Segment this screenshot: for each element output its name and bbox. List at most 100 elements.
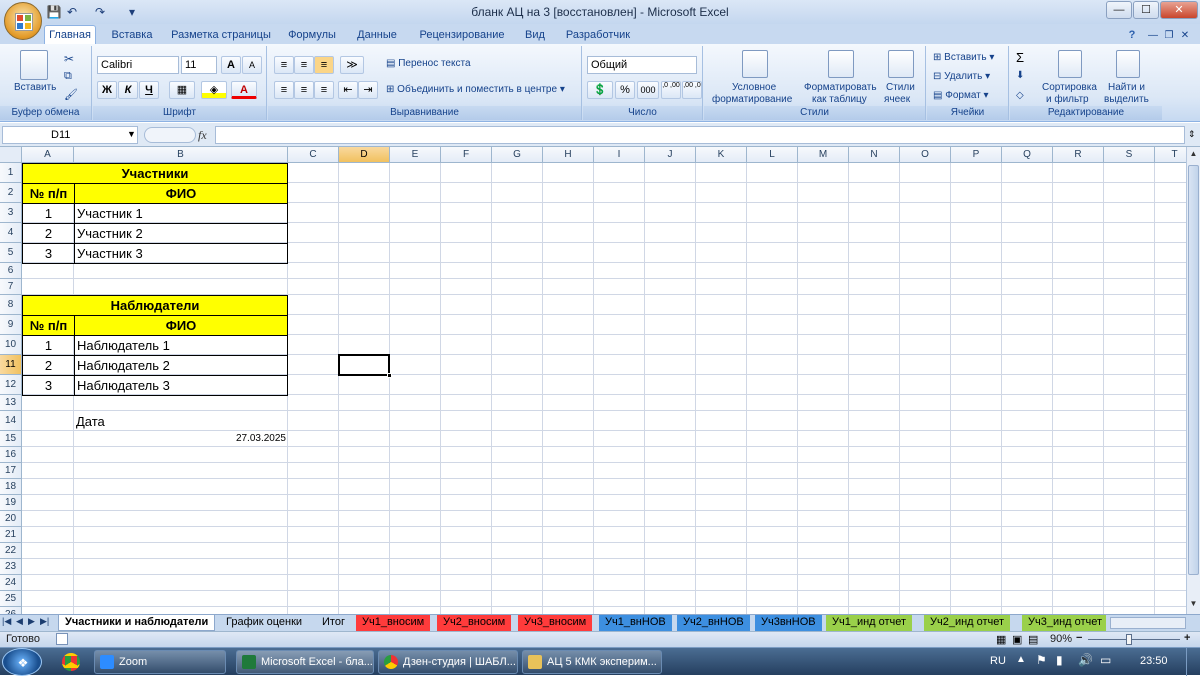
first-sheet-icon[interactable]: |◀ [2,616,11,627]
tab-developer[interactable]: Разработчик [562,27,634,44]
find-select-label[interactable]: Найти и [1108,82,1145,93]
close-button[interactable]: ✕ [1160,1,1198,19]
sheet-tab[interactable]: Уч2_вносим [437,615,512,631]
clear-icon[interactable]: ◇ [1016,90,1024,101]
fio-column-header[interactable]: ФИО [74,183,288,204]
row-header[interactable]: 11 [0,355,22,375]
align-bottom-icon[interactable]: ≡ [314,56,334,74]
row-header[interactable]: 1 [0,163,22,183]
row-header[interactable]: 20 [0,511,22,527]
start-button[interactable]: ❖ [2,648,42,676]
observer-name[interactable]: Наблюдатель 1 [74,335,288,356]
cut-icon[interactable]: ✂ [64,52,74,66]
italic-button[interactable]: К [118,81,138,99]
number-format-select[interactable]: Общий [587,56,697,74]
participant-number[interactable]: 2 [22,223,75,244]
fill-color-icon[interactable]: ◈ [201,81,227,99]
maximize-button[interactable]: ☐ [1133,1,1159,19]
taskbar-excel[interactable]: Microsoft Excel - бла... [236,650,374,674]
taskbar-zoom[interactable]: Zoom [94,650,226,674]
scroll-down-icon[interactable]: ▼ [1188,599,1199,611]
vertical-scrollbar[interactable]: ▲ ▼ [1186,147,1200,614]
tab-formulas[interactable]: Формулы [284,27,340,44]
sort-filter-icon[interactable] [1058,50,1082,78]
cell-styles-icon[interactable] [888,50,914,78]
column-header[interactable]: J [645,147,696,163]
row-header[interactable]: 7 [0,279,22,295]
conditional-formatting-label2[interactable]: форматирование [712,94,792,105]
power-icon[interactable]: ▭ [1100,653,1111,667]
column-header[interactable]: N [849,147,900,163]
row-header[interactable]: 23 [0,559,22,575]
borders-icon[interactable]: ▦ [169,81,195,99]
font-size-select[interactable]: 11 [181,56,217,74]
zoom-slider-thumb[interactable] [1126,634,1132,645]
column-header[interactable]: F [441,147,492,163]
align-left-icon[interactable]: ≡ [274,81,294,99]
merge-center-button[interactable]: ⊞ Объединить и поместить в центре ▾ [386,84,565,95]
macro-record-icon[interactable] [56,633,68,645]
prev-sheet-icon[interactable]: ◀ [16,616,23,627]
row-header[interactable]: 3 [0,203,22,223]
sheet-tab[interactable]: График оценки [220,615,308,631]
decrease-indent-icon[interactable]: ⇤ [338,81,358,99]
office-button[interactable] [4,2,42,40]
sheet-tab[interactable]: Участники и наблюдатели [58,615,216,631]
fill-icon[interactable]: ⬇ [1016,70,1024,81]
conditional-formatting-icon[interactable] [742,50,768,78]
cell-styles-label[interactable]: Стили [886,82,915,93]
formula-expand-icon[interactable]: ⇕ [1188,129,1196,140]
conditional-formatting-label[interactable]: Условное [732,82,776,93]
show-desktop-button[interactable] [1186,648,1200,676]
scroll-thumb[interactable] [1188,165,1199,575]
participant-name[interactable]: Участник 2 [74,223,288,244]
sheet-tab[interactable]: Уч3внНОВ [755,615,822,631]
paste-icon[interactable] [20,50,48,80]
row-header[interactable]: 2 [0,183,22,203]
help-icon[interactable]: ? [1124,27,1140,44]
column-header[interactable]: S [1104,147,1155,163]
shrink-font-button[interactable]: A [242,56,262,74]
percent-button[interactable]: % [615,81,635,99]
row-header[interactable]: 19 [0,495,22,511]
observer-number[interactable]: 3 [22,375,75,396]
align-center-icon[interactable]: ≡ [294,81,314,99]
taskbar-chrome[interactable]: Дзен-студия | ШАБЛ... [378,650,518,674]
orientation-icon[interactable]: ≫ [340,56,364,74]
next-sheet-icon[interactable]: ▶ [28,616,35,627]
tab-home[interactable]: Главная [44,25,96,45]
format-as-table-label[interactable]: Форматировать [804,82,877,93]
copy-icon[interactable]: ⧉ [64,70,72,83]
increase-indent-icon[interactable]: ⇥ [358,81,378,99]
row-header[interactable]: 10 [0,335,22,355]
row-header[interactable]: 18 [0,479,22,495]
row-header[interactable]: 12 [0,375,22,395]
zoom-in-button[interactable]: + [1184,632,1190,644]
participant-number[interactable]: 3 [22,243,75,264]
observer-number[interactable]: 2 [22,355,75,376]
tab-data[interactable]: Данные [350,27,404,44]
insert-cells-button[interactable]: ⊞ Вставить ▾ [933,52,994,63]
column-header[interactable]: T [1155,147,1186,163]
row-header[interactable]: 14 [0,411,22,431]
ribbon-close-button[interactable]: ✕ [1178,27,1192,44]
cell-styles-label2[interactable]: ячеек [884,94,910,105]
align-middle-icon[interactable]: ≡ [294,56,314,74]
underline-button[interactable]: Ч [139,81,159,99]
number-column-header[interactable]: № п/п [22,315,75,336]
column-header[interactable]: K [696,147,747,163]
language-indicator[interactable]: RU [990,655,1006,667]
spreadsheet-grid[interactable]: A B C D E F G H I J K L M N O P Q R S T … [0,147,1186,614]
name-box[interactable]: D11 [2,126,138,144]
network-icon[interactable]: ▮ [1056,653,1063,667]
find-select-icon[interactable] [1116,50,1140,78]
number-column-header[interactable]: № п/п [22,183,75,204]
row-header[interactable]: 9 [0,315,22,335]
column-header[interactable]: A [22,147,74,163]
select-all-corner[interactable] [0,147,22,163]
fio-column-header[interactable]: ФИО [74,315,288,336]
row-header[interactable]: 5 [0,243,22,263]
normal-view-icon[interactable]: ▦ [996,633,1006,646]
format-cells-button[interactable]: ▤ Формат ▾ [933,90,989,101]
chrome-pinned-icon[interactable] [62,653,80,671]
